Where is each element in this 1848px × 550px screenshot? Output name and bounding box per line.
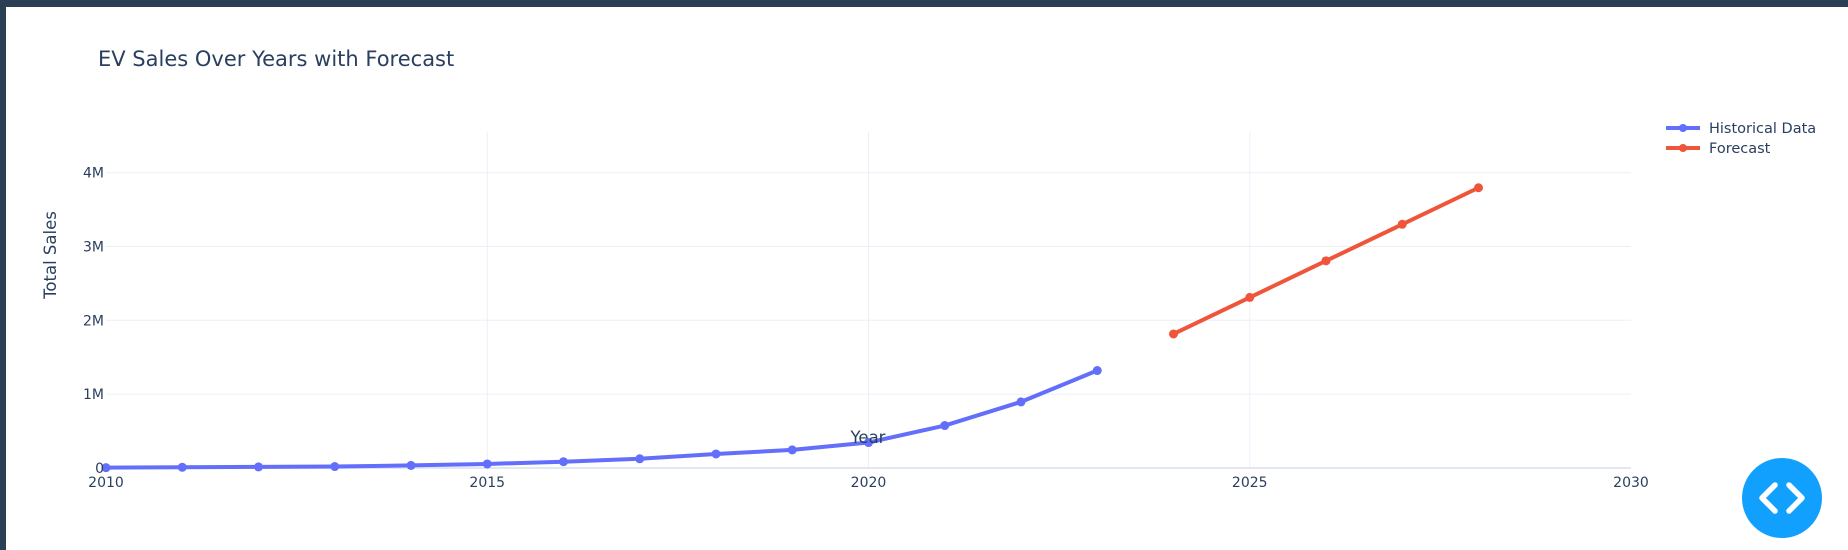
data-point-historical-data[interactable] — [559, 457, 568, 467]
series-layer — [101, 183, 1483, 473]
data-point-historical-data[interactable] — [711, 449, 721, 459]
data-point-historical-data[interactable] — [940, 421, 950, 431]
code-brackets-icon — [1759, 482, 1805, 514]
legend[interactable]: Historical Data Forecast — [1666, 121, 1816, 157]
legend-marker-forecast — [1679, 144, 1687, 152]
series-line-historical-data — [104, 368, 1100, 470]
legend-item-historical[interactable]: Historical Data — [1666, 121, 1816, 137]
y-tick-label: 1M — [83, 387, 104, 403]
legend-marker-historical — [1679, 124, 1687, 132]
x-tick-label: 2010 — [88, 475, 124, 491]
x-tick-label: 2020 — [851, 475, 887, 491]
x-tick-label: 2030 — [1613, 475, 1649, 491]
data-point-forecast[interactable] — [1474, 183, 1483, 193]
y-tick-label: 0 — [95, 461, 104, 477]
data-point-historical-data[interactable] — [177, 462, 187, 472]
x-tick-label: 2025 — [1232, 475, 1268, 491]
y-tick-label: 4M — [83, 166, 104, 182]
ev-sales-chart: 2010 2015 2020 2025 2030 0 1M 2M 3M 4M EV Sales O… — [41, 47, 1816, 491]
y-tick-label: 3M — [83, 239, 104, 255]
data-point-historical-data[interactable] — [482, 459, 492, 469]
data-point-forecast[interactable] — [1321, 256, 1331, 266]
y-axis-title: Total Sales — [41, 211, 60, 300]
data-point-historical-data[interactable] — [1092, 366, 1102, 376]
data-point-historical-data[interactable] — [1016, 397, 1026, 407]
chart-title: EV Sales Over Years with Forecast — [98, 47, 454, 71]
legend-item-forecast[interactable]: Forecast — [1666, 141, 1771, 157]
chart-container: 2010 2015 2020 2025 2030 0 1M 2M 3M 4M EV Sales O… — [6, 7, 1848, 550]
data-point-historical-data[interactable] — [787, 445, 797, 455]
data-point-forecast[interactable] — [1245, 292, 1255, 302]
data-point-historical-data[interactable] — [254, 462, 263, 472]
data-point-historical-data[interactable] — [635, 454, 645, 464]
grid-layer — [106, 132, 1631, 469]
data-point-forecast[interactable] — [1169, 329, 1178, 339]
data-point-historical-data[interactable] — [330, 462, 340, 472]
legend-label-forecast: Forecast — [1709, 141, 1771, 157]
x-tick-label: 2015 — [469, 475, 505, 491]
y-tick-label: 2M — [83, 313, 104, 329]
data-point-forecast[interactable] — [1397, 219, 1407, 229]
x-axis-title: Year — [850, 428, 886, 447]
data-point-historical-data[interactable] — [406, 460, 416, 470]
code-button[interactable] — [1742, 458, 1822, 538]
legend-label-historical: Historical Data — [1709, 121, 1816, 137]
